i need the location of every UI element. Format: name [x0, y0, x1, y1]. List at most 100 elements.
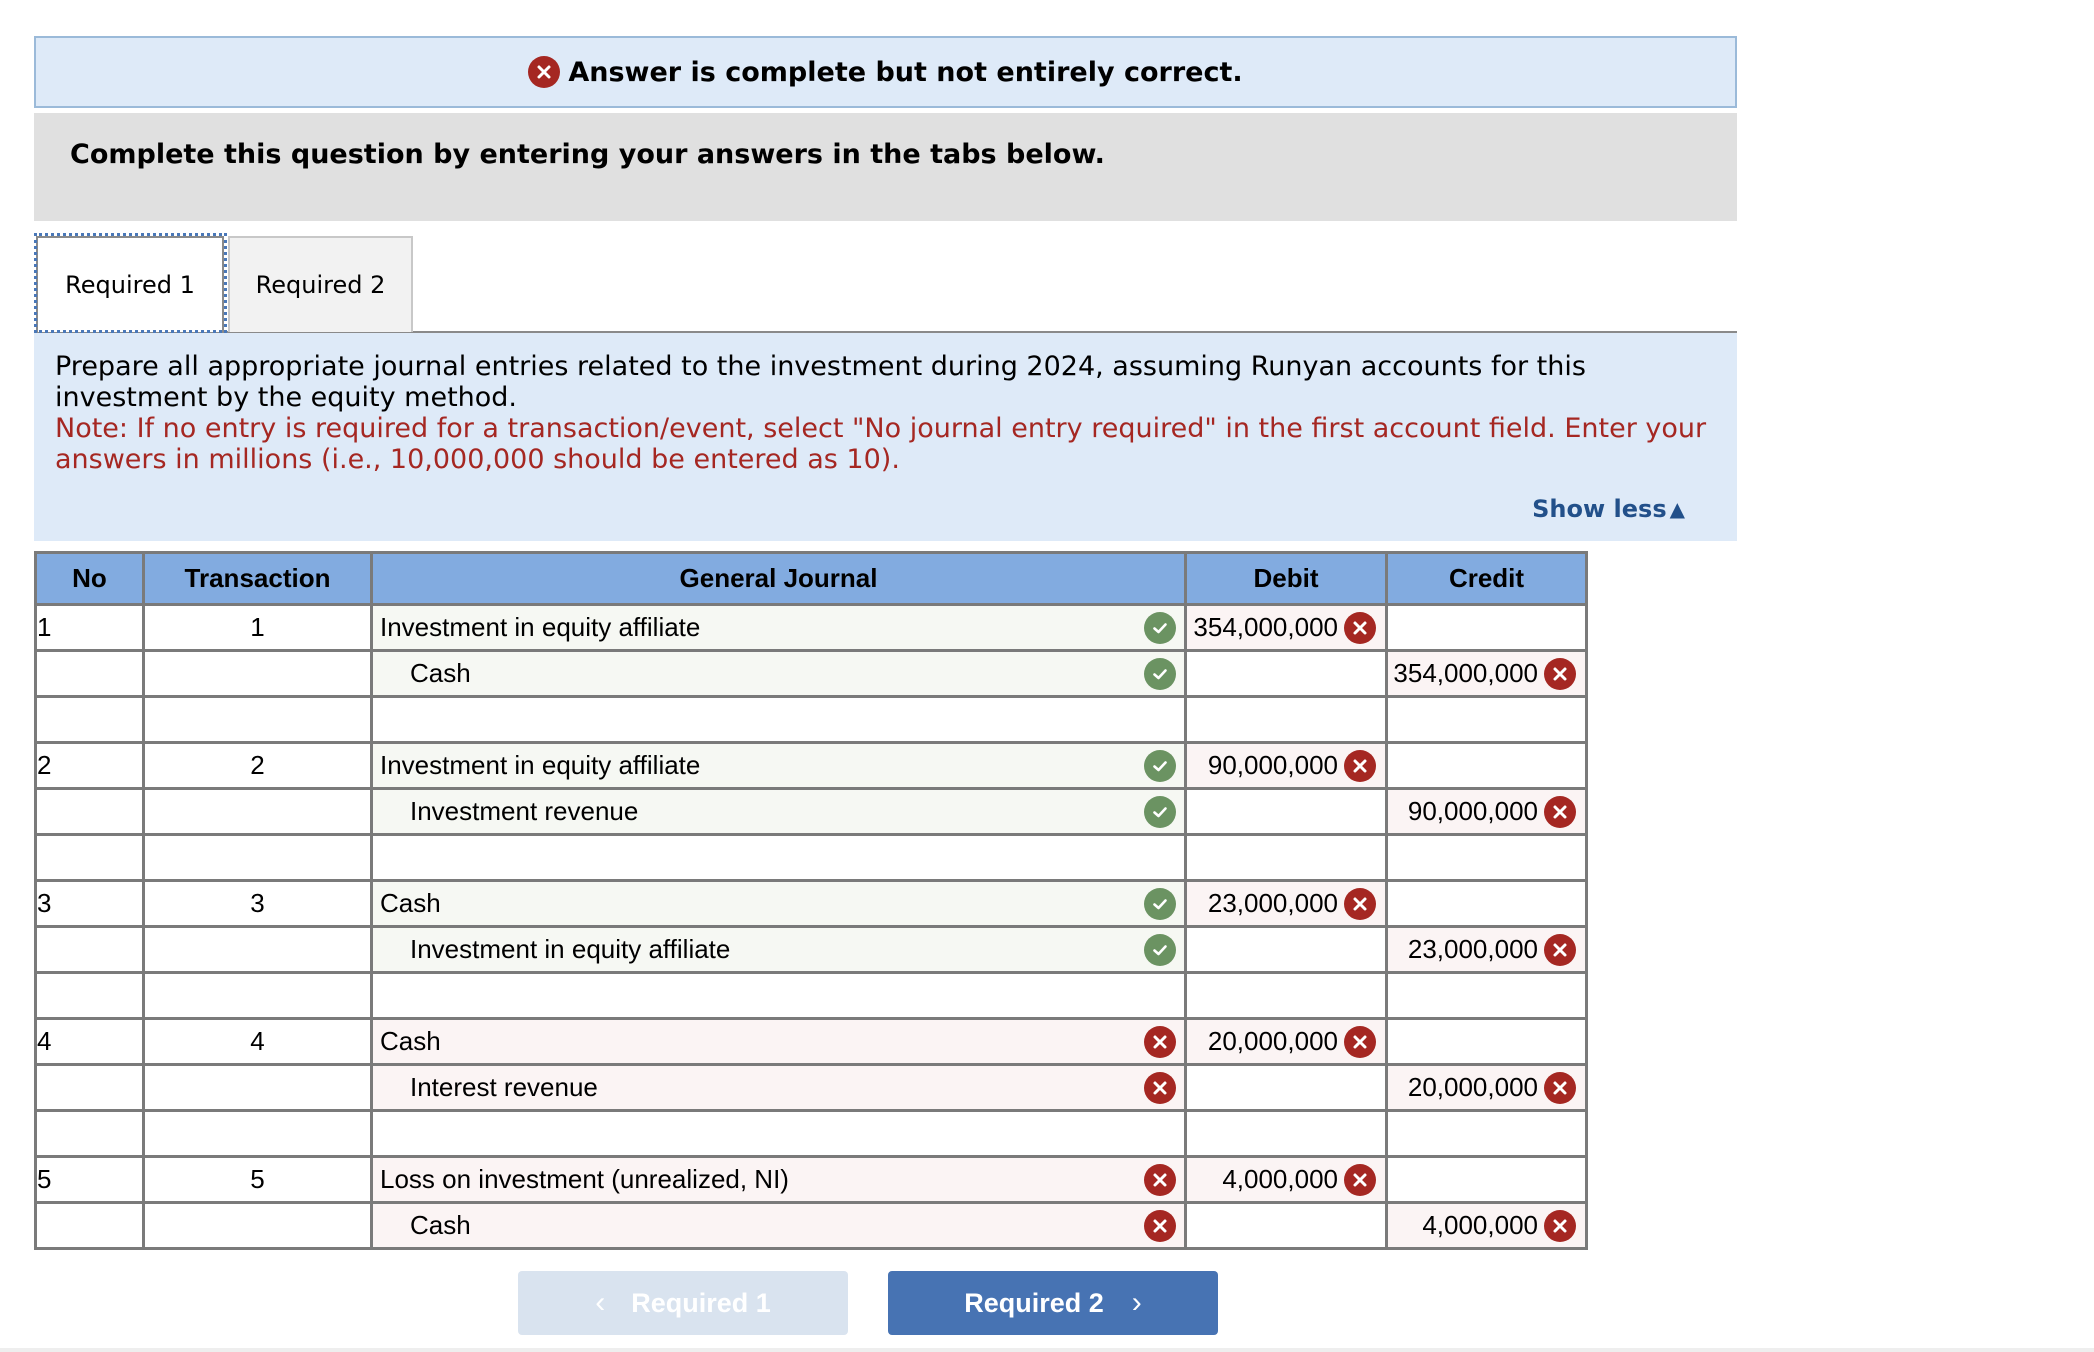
credit-value: 90,000,000: [1407, 796, 1538, 826]
cell-account[interactable]: Investment in equity affiliate: [370, 925, 1187, 974]
x-circle-icon: [1144, 1209, 1176, 1242]
cell-credit[interactable]: [1385, 1109, 1588, 1158]
table-row: Cash 4,000,000: [34, 1201, 1588, 1250]
cell-no: [34, 1201, 145, 1250]
cell-credit[interactable]: [1385, 1017, 1588, 1066]
table-row: 4 4 Cash 20,000,000: [34, 1017, 1588, 1066]
account-name: Interest revenue: [410, 1072, 598, 1102]
credit-value: 23,000,000: [1407, 934, 1538, 964]
cell-debit[interactable]: [1184, 833, 1388, 882]
tab-required-1[interactable]: Required 1: [36, 236, 224, 332]
cell-debit[interactable]: [1184, 925, 1388, 974]
cell-credit[interactable]: 354,000,000: [1385, 649, 1588, 698]
show-less-label: Show less: [1532, 495, 1667, 523]
cell-account[interactable]: Interest revenue: [370, 1063, 1187, 1112]
x-circle-icon: [1144, 1071, 1176, 1104]
cell-debit[interactable]: [1184, 695, 1388, 744]
cell-credit[interactable]: [1385, 1155, 1588, 1204]
chevron-right-icon: ›: [1131, 1286, 1142, 1319]
cell-account[interactable]: Cash: [370, 879, 1187, 928]
cell-no: [34, 925, 145, 974]
cell-transaction: 3: [142, 879, 373, 928]
cell-credit[interactable]: 20,000,000: [1385, 1063, 1588, 1112]
x-circle-icon: [1144, 1025, 1176, 1058]
cell-no: [34, 833, 145, 882]
table-row: [34, 971, 1588, 1020]
header-general-journal: General Journal: [370, 551, 1187, 606]
x-circle-icon: [1344, 749, 1376, 782]
cell-credit[interactable]: 23,000,000: [1385, 925, 1588, 974]
question-prompt: Prepare all appropriate journal entries …: [55, 351, 1586, 413]
credit-value: 354,000,000: [1393, 658, 1538, 688]
cell-no: 1: [34, 603, 145, 652]
cell-credit[interactable]: [1385, 833, 1588, 882]
cell-account[interactable]: Investment in equity affiliate: [370, 741, 1187, 790]
account-name: Cash: [410, 658, 471, 688]
cell-account[interactable]: [370, 833, 1187, 882]
show-less-link[interactable]: Show less ▲: [1532, 495, 1685, 523]
account-name: Cash: [380, 1026, 441, 1056]
header-transaction: Transaction: [142, 551, 373, 606]
cell-debit[interactable]: 354,000,000: [1184, 603, 1388, 652]
cell-account[interactable]: Cash: [370, 1201, 1187, 1250]
cell-credit[interactable]: 4,000,000: [1385, 1201, 1588, 1250]
tab-required-2[interactable]: Required 2: [228, 236, 413, 332]
debit-value: 20,000,000: [1207, 1026, 1338, 1056]
question-panel: Prepare all appropriate journal entries …: [34, 333, 1737, 541]
table-row: 2 2 Investment in equity affiliate 90,000,0…: [34, 741, 1588, 790]
cell-account[interactable]: Cash: [370, 649, 1187, 698]
question-note: Note: If no entry is required for a tran…: [55, 413, 1707, 475]
cell-account[interactable]: Loss on investment (unrealized, NI): [370, 1155, 1187, 1204]
table-row: [34, 833, 1588, 882]
table-row: 3 3 Cash 23,000,000: [34, 879, 1588, 928]
cell-debit[interactable]: [1184, 649, 1388, 698]
cell-debit[interactable]: [1184, 787, 1388, 836]
cell-account[interactable]: [370, 971, 1187, 1020]
cell-debit[interactable]: 4,000,000: [1184, 1155, 1388, 1204]
table-row: Investment revenue 90,000,000: [34, 787, 1588, 836]
cell-account[interactable]: Investment revenue: [370, 787, 1187, 836]
cell-account[interactable]: [370, 1109, 1187, 1158]
cell-credit[interactable]: 90,000,000: [1385, 787, 1588, 836]
journal-table: No Transaction General Journal Debit Cre…: [34, 551, 1588, 1250]
x-circle-icon: [528, 56, 561, 88]
cell-transaction: [142, 925, 373, 974]
next-button-label: Required 2: [964, 1287, 1104, 1318]
chevron-left-icon: ‹: [595, 1286, 606, 1319]
credit-value: 20,000,000: [1407, 1072, 1538, 1102]
cell-no: 5: [34, 1155, 145, 1204]
x-circle-icon: [1544, 1209, 1576, 1242]
cell-credit[interactable]: [1385, 741, 1588, 790]
cell-account[interactable]: [370, 695, 1187, 744]
cell-transaction: [142, 833, 373, 882]
cell-no: 2: [34, 741, 145, 790]
check-circle-icon: [1144, 887, 1176, 920]
cell-account[interactable]: Investment in equity affiliate: [370, 603, 1187, 652]
cell-credit[interactable]: [1385, 971, 1588, 1020]
cell-no: 4: [34, 1017, 145, 1066]
cell-debit[interactable]: [1184, 1063, 1388, 1112]
account-name: Investment in equity affiliate: [380, 612, 701, 642]
cell-credit[interactable]: [1385, 695, 1588, 744]
debit-value: 23,000,000: [1207, 888, 1338, 918]
prev-required-1-button[interactable]: ‹ Required 1: [518, 1271, 848, 1335]
tab-label: Required 1: [65, 271, 195, 299]
cell-transaction: [142, 1063, 373, 1112]
cell-debit[interactable]: 20,000,000: [1184, 1017, 1388, 1066]
cell-debit[interactable]: [1184, 1109, 1388, 1158]
check-circle-icon: [1144, 933, 1176, 966]
next-required-2-button[interactable]: Required 2 ›: [888, 1271, 1218, 1335]
cell-debit[interactable]: [1184, 971, 1388, 1020]
cell-credit[interactable]: [1385, 879, 1588, 928]
cell-debit[interactable]: [1184, 1201, 1388, 1250]
cell-debit[interactable]: 23,000,000: [1184, 879, 1388, 928]
cell-no: [34, 649, 145, 698]
cell-no: [34, 971, 145, 1020]
prev-button-label: Required 1: [631, 1287, 771, 1318]
tab-bar: Required 1 Required 2: [34, 233, 1737, 333]
cell-account[interactable]: Cash: [370, 1017, 1187, 1066]
cell-debit[interactable]: 90,000,000: [1184, 741, 1388, 790]
account-name: Cash: [410, 1210, 471, 1240]
cell-credit[interactable]: [1385, 603, 1588, 652]
cell-transaction: [142, 971, 373, 1020]
